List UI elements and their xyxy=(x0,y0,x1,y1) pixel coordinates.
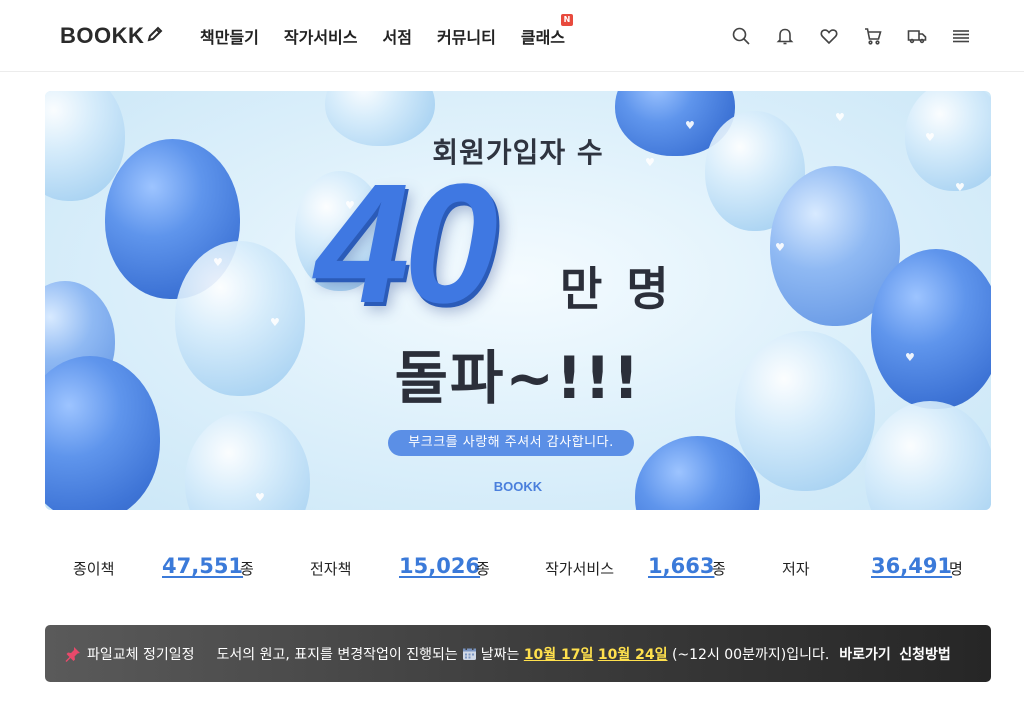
notice-content: 파일교체 정기일정 도서의 원고, 표지를 변경작업이 진행되는 날짜는 10월… xyxy=(65,625,951,682)
banner-break-text: 돌파~!!! xyxy=(394,344,642,412)
stat-unit-author-service: 종 xyxy=(712,560,726,578)
heart-decoration: ♥ xyxy=(955,181,965,194)
heart-icon[interactable] xyxy=(818,25,840,47)
main-nav: 책만들기 작가서비스 서점 커뮤니티 클래스 N xyxy=(200,14,590,48)
notice-date-2[interactable]: 10월 24일 xyxy=(598,644,668,664)
stat-value-ebook[interactable]: 15,026 xyxy=(399,554,480,578)
banner-logo: BOOKK xyxy=(493,479,543,494)
notice-title: 파일교체 정기일정 xyxy=(87,646,195,663)
stat-label-paper-book: 종이책 xyxy=(73,560,115,578)
stat-value-paper-book[interactable]: 47,551 xyxy=(162,554,243,578)
stats-row: 종이책 47,551 종 전자책 15,026 종 작가서비스 1,663 종 … xyxy=(45,552,991,586)
logo-text[interactable]: BOOKK xyxy=(60,23,144,49)
stat-label-ebook: 전자책 xyxy=(310,560,352,578)
banner-unit-text: 만 명 xyxy=(560,262,673,316)
heart-decoration: ♥ xyxy=(775,241,785,254)
site-header: BOOKK 책만들기 작가서비스 서점 커뮤니티 클래스 N xyxy=(0,0,1024,72)
bookk-logo[interactable]: BOOKK xyxy=(60,23,164,49)
heart-decoration: ♥ xyxy=(835,111,845,124)
file-replacement-notice: 파일교체 정기일정 도서의 원고, 표지를 변경작업이 진행되는 날짜는 10월… xyxy=(45,625,991,682)
hero-banner[interactable]: ♥ ♥ ♥ ♥ ♥ ♥ ♥ ♥ ♥ ♥ ♥ 회원가입자 수 40 만 명 돌파~… xyxy=(45,91,991,510)
banner-headline: 회원가입자 수 xyxy=(432,136,604,169)
nav-item-make-book[interactable]: 책만들기 xyxy=(200,24,259,48)
stat-unit-authors: 명 xyxy=(949,560,963,578)
banner-thanks-pill: 부크크를 사랑해 주셔서 감사합니다. xyxy=(388,430,634,456)
nav-item-community[interactable]: 커뮤니티 xyxy=(437,24,496,48)
cart-icon[interactable] xyxy=(862,25,884,47)
nav-item-author-service[interactable]: 작가서비스 xyxy=(284,24,358,48)
pencil-icon xyxy=(146,23,164,49)
nav-item-bookstore[interactable]: 서점 xyxy=(383,24,412,48)
notice-shortcut-link[interactable]: 바로가기 xyxy=(839,644,891,664)
notice-text-before: 도서의 원고, 표지를 변경작업이 진행되는 xyxy=(216,646,458,663)
notice-how-to-apply-link[interactable]: 신청방법 xyxy=(899,644,951,664)
menu-icon[interactable] xyxy=(950,25,972,47)
pushpin-icon xyxy=(65,646,81,662)
heart-decoration: ♥ xyxy=(213,256,223,269)
notice-date-prefix: 날짜는 xyxy=(480,646,520,663)
banner-big-number: 40 xyxy=(315,149,498,339)
notice-date-1[interactable]: 10월 17일 xyxy=(524,644,594,664)
stat-value-author-service[interactable]: 1,663 xyxy=(648,554,714,578)
stat-unit-ebook: 종 xyxy=(476,560,490,578)
stat-label-authors: 저자 xyxy=(782,560,810,578)
new-badge: N xyxy=(561,14,574,26)
notice-text-after: (~12시 00분까지)입니다. xyxy=(671,646,830,663)
nav-item-class[interactable]: 클래스 N xyxy=(521,14,574,48)
stat-unit-paper-book: 종 xyxy=(240,560,254,578)
calendar-icon xyxy=(462,646,477,661)
header-icons xyxy=(708,25,972,47)
delivery-truck-icon[interactable] xyxy=(906,25,928,47)
nav-item-class-label[interactable]: 클래스 xyxy=(521,28,565,47)
balloon-decoration xyxy=(185,411,310,510)
stat-label-author-service: 작가서비스 xyxy=(545,560,615,578)
heart-decoration: ♥ xyxy=(270,316,280,329)
bell-icon[interactable] xyxy=(774,25,796,47)
stat-value-authors[interactable]: 36,491 xyxy=(871,554,952,578)
search-icon[interactable] xyxy=(730,25,752,47)
